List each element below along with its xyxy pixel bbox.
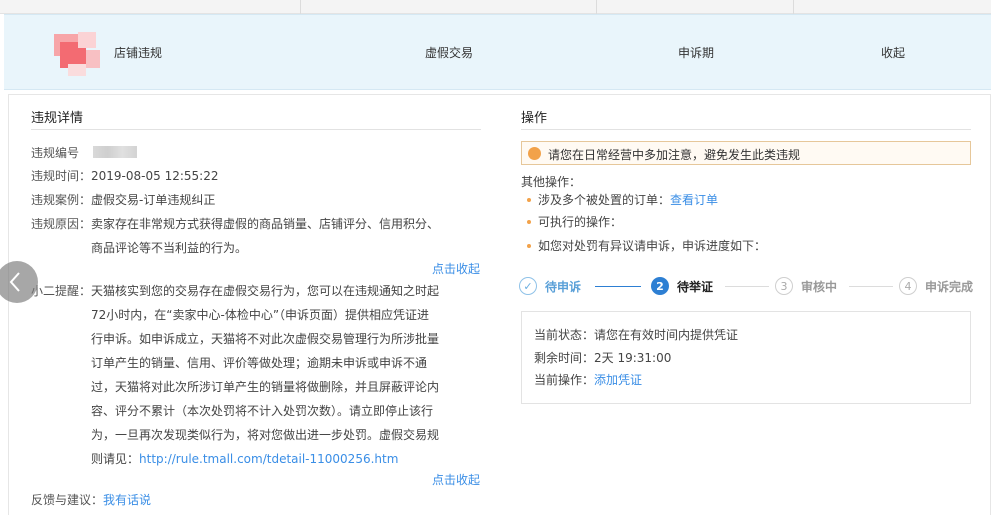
shop-thumbnail bbox=[46, 24, 106, 80]
status-line: 当前状态：请您在有效时间内提供凭证 bbox=[534, 328, 739, 342]
violation-reason-row: 违规原因：卖家存在非常规方式获得虚假的商品销量、店铺评分、信用积分、 bbox=[31, 217, 440, 231]
operations-title: 操作 bbox=[521, 111, 548, 126]
check-icon: ✓ bbox=[519, 277, 537, 295]
step-pending-appeal: ✓ 待申诉 bbox=[519, 275, 581, 297]
reminder-row: 小二提醒：天猫核实到您的交易存在虚假交易行为，您可以在违规通知之时起 bbox=[31, 284, 440, 298]
reminder-line: 订单产生的销量、信用、评价等做处理；逾期未申诉或申诉不通 bbox=[91, 356, 428, 370]
violation-period: 申诉期 bbox=[678, 46, 715, 60]
header-divider bbox=[300, 0, 301, 14]
appeal-status-box: 当前状态：请您在有效时间内提供凭证 剩余时间：2天 19:31:00 当前操作：… bbox=[521, 311, 971, 404]
step-connector bbox=[849, 286, 893, 287]
violation-reason-cont: 商品评论等不当利益的行为。 bbox=[91, 241, 248, 255]
violation-number-row: 违规编号 bbox=[31, 142, 138, 164]
collapse-reminder-link[interactable]: 点击收起 bbox=[432, 471, 480, 488]
feedback-row: 反馈与建议：我有话说 bbox=[31, 493, 152, 507]
current-action-line: 当前操作：添加凭证 bbox=[534, 373, 643, 387]
violation-category: 虚假交易 bbox=[425, 46, 474, 60]
reminder-line: 72小时内，在“卖家中心-体检中心”（申诉页面）提供相应凭证进 bbox=[91, 308, 430, 322]
violation-detail-panel: 违规详情 违规编号 违规时间：2019-08-05 12:55:22 违规案例：… bbox=[8, 94, 991, 515]
step-pending-evidence: 2 待举证 bbox=[651, 275, 713, 297]
step-appeal-complete: 4 申诉完成 bbox=[899, 275, 973, 297]
collapse-summary-link[interactable]: 收起 bbox=[881, 44, 905, 61]
reminder-line: 过，天猫将对此次所涉订单产生的销量将做删除，并且屏蔽评论内 bbox=[91, 380, 440, 394]
table-header bbox=[0, 0, 991, 14]
violation-type: 店铺违规 bbox=[114, 46, 163, 60]
operation-item: 涉及多个被处置的订单：查看订单 bbox=[521, 189, 718, 211]
violation-case-row: 违规案例：虚假交易-订单违规纠正 bbox=[31, 193, 216, 207]
bullet-icon bbox=[527, 219, 531, 224]
operations-divider bbox=[521, 129, 971, 130]
reminder-line: 容、评分不累计（本次处罚将不计入处罚次数）。请立即停止该行 bbox=[91, 404, 434, 418]
warning-dot-icon bbox=[528, 147, 541, 160]
header-divider bbox=[596, 0, 597, 14]
bullet-icon bbox=[527, 197, 531, 202]
details-title: 违规详情 bbox=[31, 111, 84, 126]
chevron-left-icon bbox=[9, 272, 20, 292]
operation-item: 可执行的操作： bbox=[521, 211, 622, 233]
rule-line: 则请见：http://rule.tmall.com/tdetail-110002… bbox=[91, 452, 399, 466]
step-connector bbox=[725, 286, 769, 287]
step-reviewing: 3 审核中 bbox=[775, 275, 837, 297]
header-divider bbox=[793, 0, 794, 14]
reminder-line: 行申诉。如申诉成立，天猫将不对此次虚假交易管理行为所涉批量 bbox=[91, 332, 440, 346]
violation-summary-row: 店铺违规 虚假交易 申诉期 收起 bbox=[4, 14, 991, 90]
rule-link[interactable]: http://rule.tmall.com/tdetail-11000256.h… bbox=[139, 452, 398, 466]
details-divider bbox=[31, 129, 481, 130]
view-orders-link[interactable]: 查看订单 bbox=[670, 193, 718, 207]
add-evidence-link[interactable]: 添加凭证 bbox=[594, 373, 642, 387]
operation-item: 如您对处罚有异议请申诉，申诉进度如下： bbox=[521, 235, 766, 257]
warning-notice: 请您在日常经营中多加注意，避免发生此类违规 bbox=[521, 141, 971, 165]
bullet-icon bbox=[527, 243, 531, 248]
feedback-link[interactable]: 我有话说 bbox=[103, 493, 151, 507]
redacted-number bbox=[93, 146, 138, 158]
appeal-progress-steps: ✓ 待申诉 2 待举证 3 审核中 4 申诉完成 bbox=[519, 275, 979, 297]
reminder-line: 为，一旦再次发现类似行为，将对您做出进一步处罚。虚假交易规 bbox=[91, 428, 440, 442]
remaining-time-line: 剩余时间：2天 19:31:00 bbox=[534, 351, 672, 365]
collapse-reason-link[interactable]: 点击收起 bbox=[432, 260, 480, 277]
violation-time-row: 违规时间：2019-08-05 12:55:22 bbox=[31, 169, 219, 183]
step-connector bbox=[595, 286, 641, 287]
